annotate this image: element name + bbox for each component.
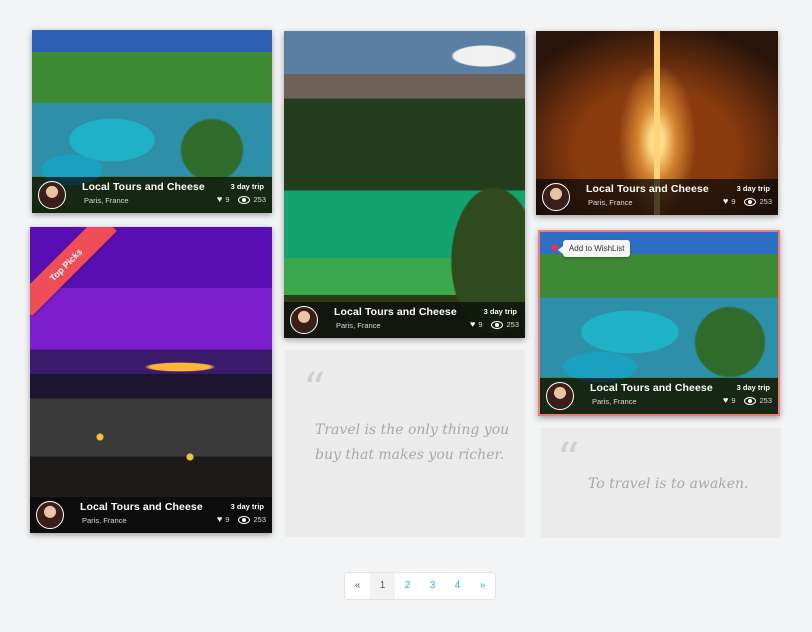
heart-icon: ♥ (722, 395, 729, 405)
card-title[interactable]: Local Tours and Cheese (82, 181, 205, 193)
card-info-bar: Local Tours and Cheese Paris, France 3 d… (284, 302, 525, 338)
quote-line: Travel is the only thing you (315, 422, 510, 438)
card-title[interactable]: Local Tours and Cheese (334, 306, 457, 318)
quote-text: Travel is the only thing you buy that ma… (315, 418, 509, 468)
quote-card: “ Travel is the only thing you buy that … (285, 350, 525, 537)
like-count: 9 (225, 195, 230, 204)
tour-card-hovered[interactable]: ♥ Add to WishList Local Tours and Cheese… (538, 230, 780, 416)
card-duration: 3 day trip (230, 502, 264, 511)
eye-icon (491, 320, 504, 329)
view-count: 253 (253, 195, 266, 204)
tour-card[interactable]: Local Tours and Cheese Paris, France 3 d… (536, 31, 778, 215)
card-stats: ♥ 9 253 (216, 514, 266, 525)
heart-icon: ♥ (722, 196, 729, 206)
card-info-bar: Local Tours and Cheese Paris, France 3 d… (30, 497, 272, 533)
wishlist-control[interactable]: ♥ Add to WishList (550, 240, 631, 257)
ribbon: Top Picks (30, 227, 120, 317)
card-duration: 3 day trip (230, 182, 264, 191)
tour-card[interactable]: Local Tours and Cheese Paris, France 3 d… (284, 31, 525, 338)
pagination-next[interactable]: » (470, 573, 495, 599)
view-count: 253 (253, 515, 266, 524)
card-location: Paris, France (336, 321, 381, 330)
avatar[interactable] (542, 183, 570, 211)
heart-icon: ♥ (216, 514, 223, 524)
pagination-page-2[interactable]: 2 (395, 573, 420, 599)
view-count: 253 (759, 396, 772, 405)
pagination-page-4[interactable]: 4 (445, 573, 470, 599)
like-count: 9 (731, 396, 736, 405)
card-title[interactable]: Local Tours and Cheese (80, 501, 203, 513)
like-count: 9 (478, 320, 483, 329)
tour-card[interactable]: Top Picks Local Tours and Cheese Paris, … (30, 227, 272, 533)
avatar[interactable] (36, 501, 64, 529)
eye-icon (238, 195, 251, 204)
wishlist-tooltip: Add to WishList (557, 240, 631, 257)
like-count: 9 (731, 197, 736, 206)
avatar[interactable] (546, 382, 574, 410)
top-picks-ribbon: Top Picks (30, 227, 117, 316)
tour-card[interactable]: Local Tours and Cheese Paris, France 3 d… (32, 30, 272, 213)
quote-mark-icon: “ (303, 364, 326, 415)
card-location: Paris, France (84, 196, 129, 205)
avatar[interactable] (290, 306, 318, 334)
pagination: « 1 2 3 4 » (344, 572, 496, 600)
card-stats: ♥ 9 253 (216, 194, 266, 205)
pagination-prev[interactable]: « (345, 573, 370, 599)
card-info-bar: Local Tours and Cheese Paris, France 3 d… (536, 179, 778, 215)
card-duration: 3 day trip (736, 184, 770, 193)
eye-icon (238, 515, 251, 524)
card-duration: 3 day trip (483, 307, 517, 316)
quote-line: buy that makes you richer. (315, 447, 505, 463)
pagination-page-1[interactable]: 1 (370, 573, 395, 599)
view-count: 253 (759, 197, 772, 206)
eye-icon (744, 197, 757, 206)
quote-card: “ To travel is to awaken. (541, 428, 781, 538)
like-count: 9 (225, 515, 230, 524)
heart-icon: ♥ (469, 319, 476, 329)
card-duration: 3 day trip (736, 383, 770, 392)
card-location: Paris, France (588, 198, 633, 207)
card-location: Paris, France (82, 516, 127, 525)
card-info-bar: Local Tours and Cheese Paris, France 3 d… (32, 177, 272, 213)
quote-text: To travel is to awaken. (588, 476, 749, 492)
card-info-bar: Local Tours and Cheese Paris, France 3 d… (540, 378, 778, 414)
tour-photo (284, 31, 525, 338)
card-stats: ♥ 9 253 (722, 196, 772, 207)
heart-icon: ♥ (216, 194, 223, 204)
eye-icon (744, 396, 757, 405)
pagination-page-3[interactable]: 3 (420, 573, 445, 599)
card-title[interactable]: Local Tours and Cheese (590, 382, 713, 394)
quote-mark-icon: “ (557, 434, 580, 485)
card-location: Paris, France (592, 397, 637, 406)
card-stats: ♥ 9 253 (722, 395, 772, 406)
card-title[interactable]: Local Tours and Cheese (586, 183, 709, 195)
card-stats: ♥ 9 253 (469, 319, 519, 330)
avatar[interactable] (38, 181, 66, 209)
view-count: 253 (506, 320, 519, 329)
